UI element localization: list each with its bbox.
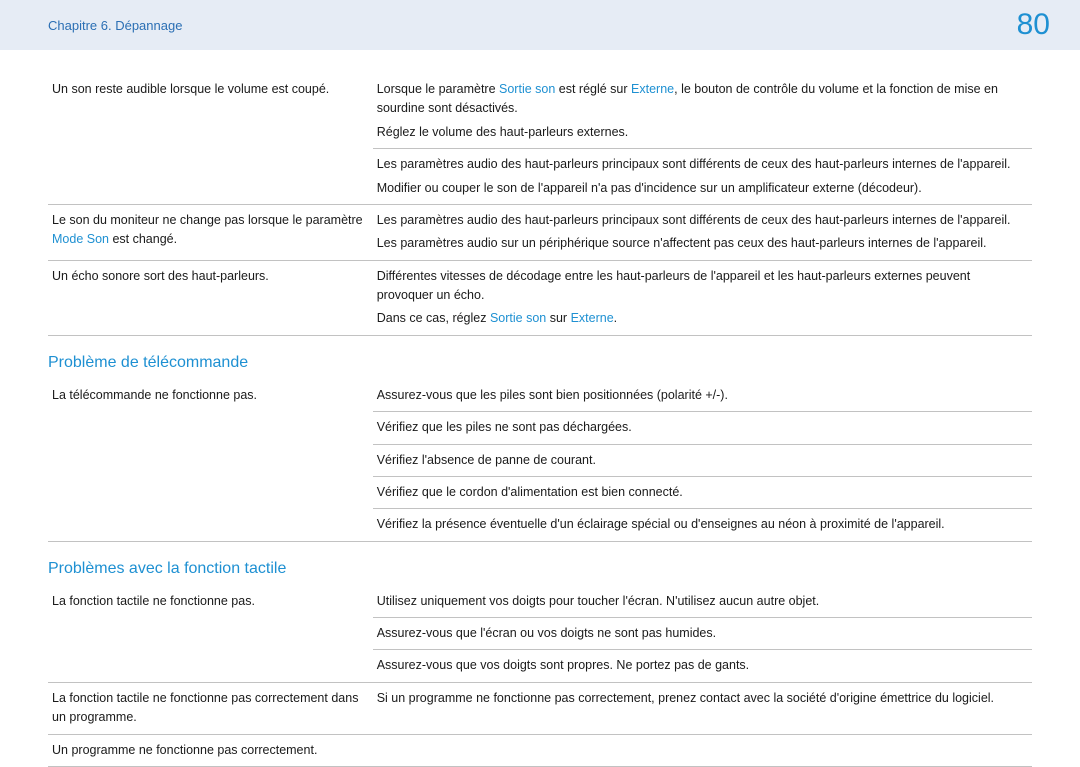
page-number: 80 [1017, 8, 1050, 42]
table-row: La fonction tactile ne fonctionne pas co… [48, 682, 1032, 734]
solution-cell: Vérifiez que le cordon d'alimentation es… [373, 476, 1032, 508]
section-title-remote: Problème de télécommande [48, 354, 1032, 372]
text: Lorsque le paramètre [377, 82, 499, 96]
issue-cell: Un son reste audible lorsque le volume e… [48, 74, 373, 204]
text: est réglé sur [555, 82, 631, 96]
solution-cell [373, 734, 1032, 766]
solution-cell: Si un programme ne fonctionne pas correc… [373, 682, 1032, 734]
solution-cell: Utilisez uniquement vos doigts pour touc… [373, 586, 1032, 618]
page-content: Un son reste audible lorsque le volume e… [0, 50, 1080, 767]
keyword: Externe [571, 311, 614, 325]
keyword: Externe [631, 82, 674, 96]
keyword: Sortie son [490, 311, 546, 325]
solution-cell: Assurez-vous que l'écran ou vos doigts n… [373, 618, 1032, 650]
solution-cell: Vérifiez la présence éventuelle d'un écl… [373, 509, 1032, 541]
issue-cell: Le son du moniteur ne change pas lorsque… [48, 204, 373, 260]
solution-cell: Assurez-vous que vos doigts sont propres… [373, 650, 1032, 682]
keyword: Sortie son [499, 82, 555, 96]
table-row: La télécommande ne fonctionne pas. Assur… [48, 380, 1032, 412]
table-row: La fonction tactile ne fonctionne pas. U… [48, 586, 1032, 618]
solution-cell: Différentes vitesses de décodage entre l… [373, 260, 1032, 335]
text: Différentes vitesses de décodage entre l… [377, 269, 970, 302]
solution-cell: Vérifiez l'absence de panne de courant. [373, 444, 1032, 476]
issue-cell: La télécommande ne fonctionne pas. [48, 380, 373, 541]
issue-cell: Un programme ne fonctionne pas correctem… [48, 734, 373, 766]
text: sur [546, 311, 570, 325]
keyword: Mode Son [52, 232, 109, 246]
table-row: Un programme ne fonctionne pas correctem… [48, 734, 1032, 766]
issue-cell: La fonction tactile ne fonctionne pas co… [48, 682, 373, 734]
text: Les paramètres audio des haut-parleurs p… [377, 213, 1011, 227]
touch-issues-table: La fonction tactile ne fonctionne pas. U… [48, 586, 1032, 767]
table-row: Un écho sonore sort des haut-parleurs. D… [48, 260, 1032, 335]
chapter-label: Chapitre 6. Dépannage [48, 18, 182, 33]
text: Dans ce cas, réglez [377, 311, 490, 325]
solution-cell: Vérifiez que les piles ne sont pas décha… [373, 412, 1032, 444]
solution-cell: Les paramètres audio des haut-parleurs p… [373, 149, 1032, 205]
page-header: Chapitre 6. Dépannage 80 [0, 0, 1080, 50]
remote-issues-table: La télécommande ne fonctionne pas. Assur… [48, 380, 1032, 542]
solution-cell: Assurez-vous que les piles sont bien pos… [373, 380, 1032, 412]
text: Le son du moniteur ne change pas lorsque… [52, 213, 363, 227]
text: Les paramètres audio des haut-parleurs p… [377, 157, 1011, 171]
issue-cell: Un écho sonore sort des haut-parleurs. [48, 260, 373, 335]
issue-cell: La fonction tactile ne fonctionne pas. [48, 586, 373, 683]
table-row: Un son reste audible lorsque le volume e… [48, 74, 1032, 149]
text: Réglez le volume des haut-parleurs exter… [377, 125, 629, 139]
solution-cell: Les paramètres audio des haut-parleurs p… [373, 204, 1032, 260]
text: est changé. [109, 232, 177, 246]
text: Les paramètres audio sur un périphérique… [377, 236, 987, 250]
section-title-touch: Problèmes avec la fonction tactile [48, 560, 1032, 578]
text: Modifier ou couper le son de l'appareil … [377, 181, 922, 195]
text: . [614, 311, 617, 325]
sound-issues-table: Un son reste audible lorsque le volume e… [48, 74, 1032, 336]
solution-cell: Lorsque le paramètre Sortie son est régl… [373, 74, 1032, 149]
table-row: Le son du moniteur ne change pas lorsque… [48, 204, 1032, 260]
